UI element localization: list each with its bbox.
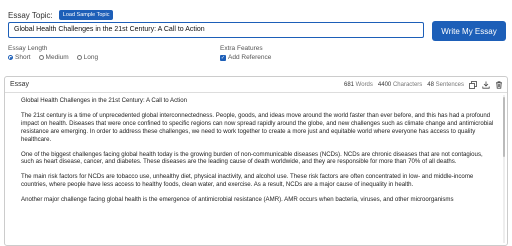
character-count: 4400 Characters: [377, 81, 423, 88]
add-reference-checkbox[interactable]: ✓ Add Reference: [220, 54, 271, 61]
checkbox-checked-icon: ✓: [220, 54, 226, 61]
essay-paragraph: Another major challenge facing global he…: [21, 196, 454, 204]
delete-icon[interactable]: [495, 80, 503, 89]
length-option-label: Medium: [45, 54, 69, 61]
download-icon[interactable]: [482, 81, 490, 89]
length-option-long[interactable]: Long: [76, 54, 99, 61]
essay-paragraph: Global Health Challenges in the 21st Cen…: [21, 97, 187, 104]
essay-title: Essay: [10, 81, 30, 88]
essay-panel: Essay 681 Words 4400 Characters 48 Sente…: [4, 76, 508, 246]
length-option-label: Long: [83, 54, 99, 61]
essay-paragraph: The main risk factors for NCDs are tobac…: [21, 173, 474, 189]
essay-paragraph: The 21st century is a time of unpreceden…: [21, 111, 494, 143]
load-sample-topic-button[interactable]: Load Sample Topic: [58, 10, 114, 20]
topic-row: Essay Topic: Load Sample Topic: [8, 8, 114, 22]
write-essay-button[interactable]: Write My Essay: [432, 21, 506, 41]
radio-icon: [38, 55, 44, 60]
radio-selected-icon: [8, 55, 13, 60]
essay-scrollbar[interactable]: [503, 95, 505, 243]
sentence-count: 48 Sentences: [427, 81, 464, 88]
length-option-short[interactable]: Short: [8, 54, 31, 61]
scrollbar-thumb[interactable]: [503, 97, 505, 157]
essay-length-options: Short Medium Long: [8, 54, 98, 61]
add-reference-label: Add Reference: [228, 54, 272, 61]
word-count: 681 Words: [343, 81, 373, 88]
essay-text[interactable]: Global Health Challenges in the 21st Cen…: [21, 97, 495, 211]
essay-paragraph: One of the biggest challenges facing glo…: [21, 150, 483, 166]
essay-header: Essay 681 Words 4400 Characters 48 Sente…: [5, 77, 507, 93]
copy-icon[interactable]: [469, 80, 477, 89]
essay-length-label: Essay Length: [8, 45, 48, 52]
length-option-label: Short: [15, 54, 31, 61]
topic-input[interactable]: Global Health Challenges in the 21st Cen…: [8, 22, 424, 38]
topic-label: Essay Topic:: [8, 10, 53, 20]
radio-icon: [76, 55, 82, 60]
length-option-medium[interactable]: Medium: [38, 54, 69, 61]
extra-features-label: Extra Features: [220, 45, 263, 52]
essay-stats: 681 Words 4400 Characters 48 Sentences: [343, 80, 503, 89]
